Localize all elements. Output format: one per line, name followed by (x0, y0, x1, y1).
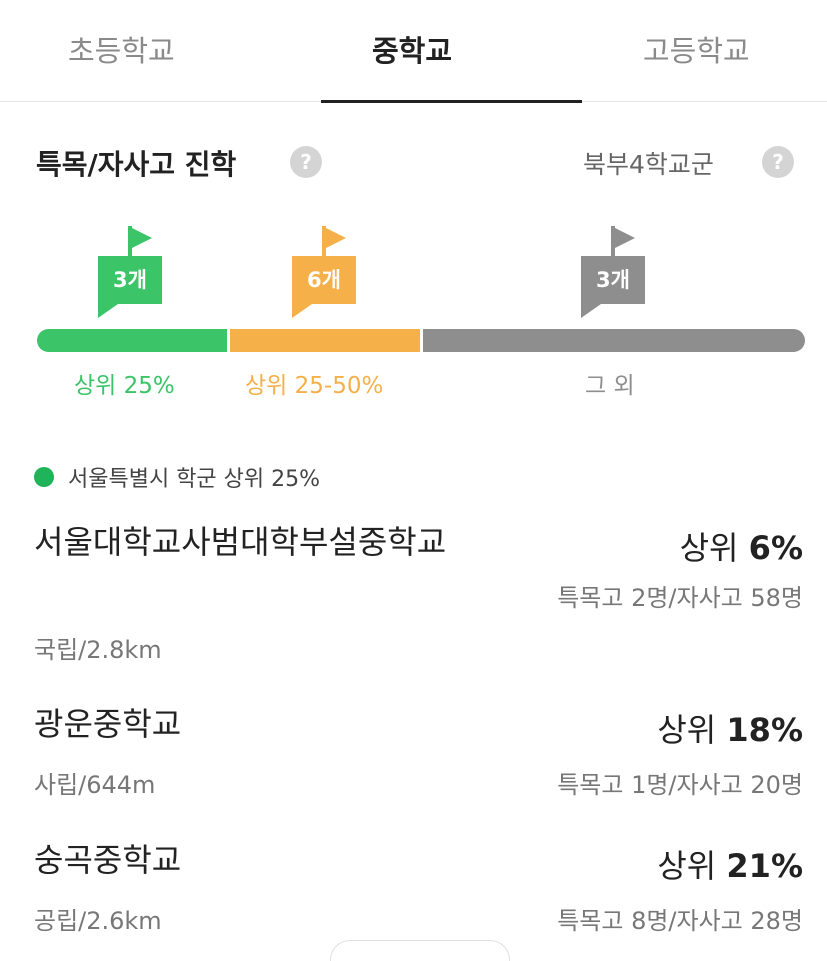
bar-label-top25-50: 상위 25-50% (245, 373, 384, 399)
flag-pennant (326, 228, 346, 248)
help-icon[interactable]: ? (290, 146, 322, 178)
school-stats: 특목고 8명/자사고 28명 (557, 907, 803, 935)
flag-pointer (581, 304, 601, 318)
legend-text: 서울특별시 학군 상위 25% (68, 467, 321, 492)
flag-pointer (292, 304, 312, 318)
school-name[interactable]: 숭곡중학교 (34, 836, 181, 884)
school-stats: 특목고 1명/자사고 20명 (557, 771, 803, 799)
school-name[interactable]: 서울대학교사범대학부설중학교 (34, 518, 484, 566)
school-type-distance: 국립/2.8km (34, 636, 162, 664)
flag-pennant (615, 228, 635, 248)
flag-count: 6개 (292, 256, 356, 304)
tab-high[interactable]: 고등학교 (643, 28, 750, 70)
rank-value: 21% (726, 847, 803, 885)
rank-prefix: 상위 (657, 847, 727, 885)
flag-top25: 3개 (98, 226, 162, 318)
flag-count: 3개 (581, 256, 645, 304)
region-label: 북부4학교군 (583, 150, 714, 179)
rank-prefix: 상위 (679, 529, 749, 567)
school-type-distance: 사립/644m (34, 771, 156, 799)
flag-pennant (132, 228, 152, 248)
bar-label-top25: 상위 25% (74, 373, 175, 399)
active-tab-indicator (321, 100, 582, 103)
rank-value: 18% (726, 711, 803, 749)
school-rank: 상위 21% (657, 841, 803, 887)
rank-prefix: 상위 (657, 711, 727, 749)
tab-elementary[interactable]: 초등학교 (68, 28, 175, 70)
legend-dot (34, 467, 54, 487)
flag-count: 3개 (98, 256, 162, 304)
section-title: 특목/자사고 진학 (36, 148, 237, 181)
school-rank: 상위 18% (657, 705, 803, 751)
school-type-distance: 공립/2.6km (34, 907, 162, 935)
bar-label-other: 그 외 (585, 373, 635, 399)
school-level-tabs: 초등학교 중학교 고등학교 (0, 0, 827, 103)
school-stats: 특목고 2명/자사고 58명 (557, 584, 803, 612)
region-help-icon[interactable]: ? (762, 146, 794, 178)
bar-segment-other (423, 329, 805, 352)
school-name[interactable]: 광운중학교 (34, 700, 181, 748)
tab-middle[interactable]: 중학교 (372, 28, 452, 70)
bottom-more-button[interactable] (330, 940, 510, 961)
bar-segment-top25-50 (230, 329, 420, 352)
rank-value: 6% (748, 529, 803, 567)
school-rank: 상위 6% (680, 523, 803, 569)
flag-other: 3개 (581, 226, 645, 318)
flag-top25-50: 6개 (292, 226, 356, 318)
bar-segment-top25 (37, 329, 227, 352)
flag-pointer (98, 304, 118, 318)
